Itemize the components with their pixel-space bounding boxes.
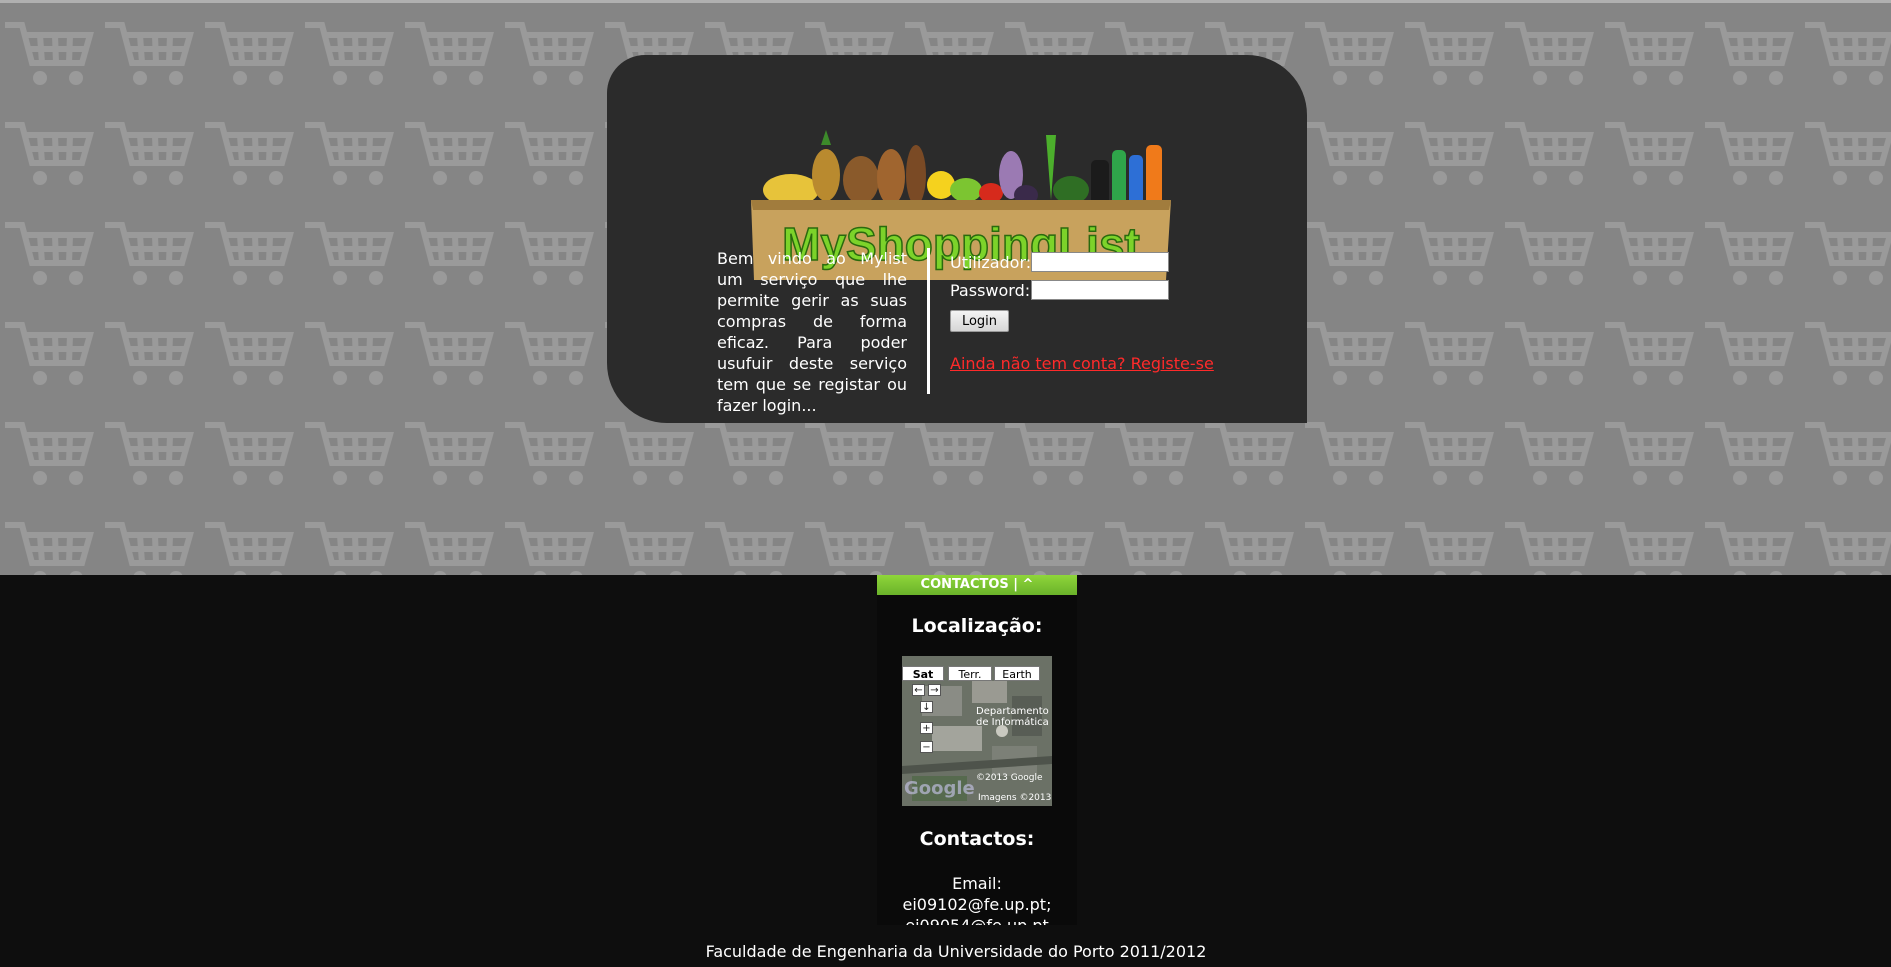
footer-text: Faculdade de Engenharia da Universidade … — [705, 942, 1207, 961]
contact-email: ei09054@fe.up.pt — [877, 915, 1077, 925]
pan-right-icon[interactable]: → — [928, 684, 941, 696]
page-background: MyShoppingList Bem vindo ao Mylist um se… — [0, 0, 1891, 575]
imagery-copyright: Imagens ©2013 — [978, 793, 1052, 803]
login-button[interactable]: Login — [950, 310, 1009, 332]
contacts-panel: Localização: Sat Terr. Earth ← → ↓ + − D… — [877, 595, 1077, 925]
map-copyright: ©2013 Google — [976, 773, 1043, 783]
location-map[interactable]: Sat Terr. Earth ← → ↓ + − Departamento d… — [902, 656, 1052, 806]
map-place-label-line2: de Informática — [976, 717, 1049, 728]
pan-down-icon[interactable]: ↓ — [920, 701, 933, 713]
email-label: Email: — [952, 874, 1002, 893]
login-form: Utilizador: Password: Login Ainda não te… — [950, 248, 1280, 373]
map-place-label-line1: Departamento — [976, 706, 1049, 717]
map-sat-button[interactable]: Sat — [902, 666, 944, 681]
divider — [927, 248, 930, 394]
location-title: Localização: — [911, 615, 1043, 637]
zoom-out-icon[interactable]: − — [920, 741, 933, 753]
zoom-in-icon[interactable]: + — [920, 722, 933, 734]
password-row: Password: — [950, 276, 1280, 304]
google-logo: Google — [904, 778, 975, 799]
map-type-buttons: Sat Terr. Earth — [902, 666, 1052, 681]
welcome-text: Bem vindo ao Mylist um serviço que lhe p… — [717, 249, 907, 415]
contacts-title: Contactos: — [919, 828, 1035, 850]
contacts-toggle-tab[interactable]: CONTACTOS | ^ — [877, 575, 1077, 595]
register-link[interactable]: Ainda não tem conta? Registe-se — [950, 354, 1280, 373]
pan-left-icon[interactable]: ← — [912, 684, 925, 696]
password-label: Password: — [950, 280, 1031, 300]
map-place-label: Departamento de Informática — [976, 706, 1049, 728]
username-row: Utilizador: — [950, 248, 1280, 276]
map-terrain-button[interactable]: Terr. — [948, 666, 992, 681]
username-label: Utilizador: — [950, 252, 1032, 272]
map-earth-button[interactable]: Earth — [994, 666, 1040, 681]
username-input[interactable] — [1031, 252, 1169, 272]
login-card: MyShoppingList Bem vindo ao Mylist um se… — [607, 55, 1307, 423]
password-input[interactable] — [1031, 280, 1169, 300]
contact-email: ei09102@fe.up.pt; — [902, 895, 1052, 914]
